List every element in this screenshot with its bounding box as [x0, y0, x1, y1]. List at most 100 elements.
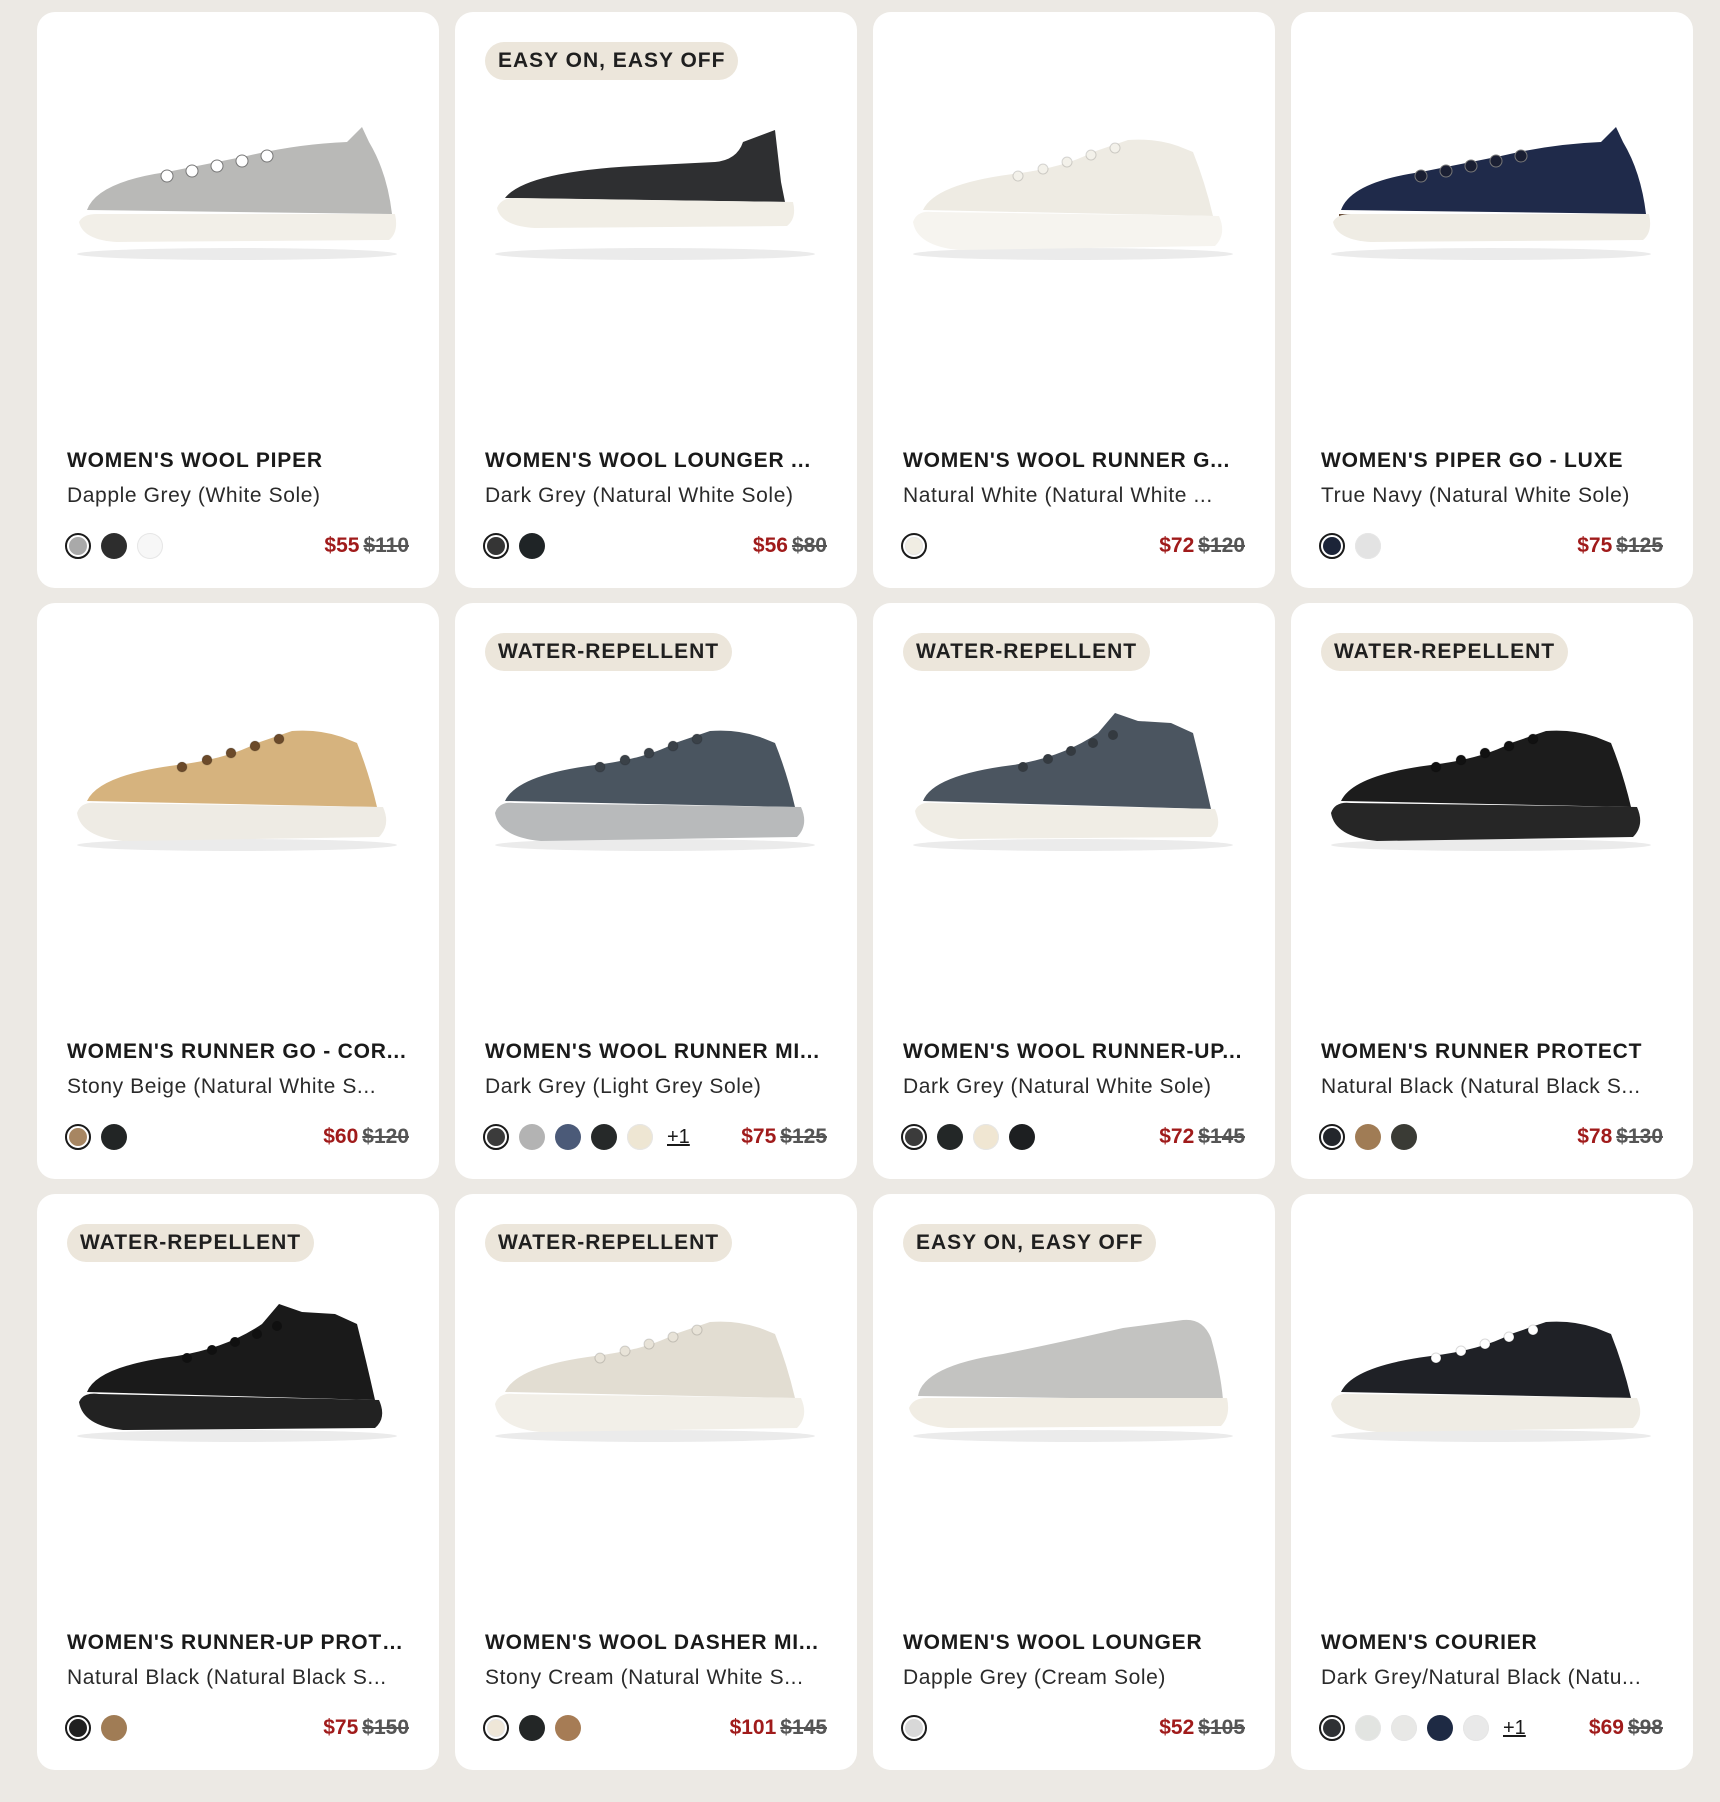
- color-swatch[interactable]: [1319, 1715, 1345, 1741]
- price: $75 $150: [323, 1716, 409, 1740]
- color-swatch[interactable]: [1355, 1124, 1381, 1150]
- color-swatches: [901, 1124, 1035, 1150]
- product-title[interactable]: WOMEN'S PIPER GO - LUXE: [1321, 449, 1663, 473]
- color-swatches: [65, 533, 163, 559]
- color-swatch[interactable]: [901, 1124, 927, 1150]
- product-colorway: Natural Black (Natural Black S...: [1321, 1075, 1641, 1098]
- color-swatch[interactable]: [101, 1715, 127, 1741]
- product-meta-row: $52 $105: [901, 1712, 1245, 1744]
- product-card[interactable]: WATER-REPELLENT WOMEN'S RUNNER PROTECT Nat…: [1291, 603, 1693, 1179]
- product-image[interactable]: [1311, 713, 1673, 863]
- more-colors-link[interactable]: +1: [1503, 1717, 1526, 1740]
- sale-price: $52: [1159, 1716, 1195, 1739]
- product-title[interactable]: WOMEN'S RUNNER-UP PROTE...: [67, 1631, 409, 1655]
- color-swatch[interactable]: [901, 1715, 927, 1741]
- product-card[interactable]: WOMEN'S RUNNER GO - COR... Stony Beige (N…: [37, 603, 439, 1179]
- product-image[interactable]: [893, 1304, 1255, 1454]
- product-card[interactable]: WOMEN'S COURIER Dark Grey/Natural Black (…: [1291, 1194, 1693, 1770]
- original-price: $130: [1616, 1125, 1663, 1148]
- sale-price: $101: [729, 1716, 777, 1739]
- color-swatch[interactable]: [555, 1124, 581, 1150]
- color-swatch[interactable]: [519, 1715, 545, 1741]
- color-swatch[interactable]: [591, 1124, 617, 1150]
- color-swatch[interactable]: [483, 1124, 509, 1150]
- product-image[interactable]: [475, 713, 837, 863]
- original-price: $125: [1616, 534, 1663, 557]
- product-badge: WATER-REPELLENT: [1321, 633, 1569, 671]
- product-card[interactable]: EASY ON, EASY OFF WOMEN'S WOOL LOUNGER ..…: [455, 12, 857, 588]
- product-title[interactable]: WOMEN'S WOOL RUNNER-UP...: [903, 1040, 1245, 1064]
- original-price: $150: [362, 1716, 409, 1739]
- product-image[interactable]: [57, 713, 419, 863]
- color-swatch[interactable]: [1391, 1124, 1417, 1150]
- product-card[interactable]: WOMEN'S WOOL RUNNER G... Natural White (N…: [873, 12, 1275, 588]
- color-swatch[interactable]: [101, 1124, 127, 1150]
- color-swatches: [483, 1715, 581, 1741]
- product-card[interactable]: EASY ON, EASY OFF WOMEN'S WOOL LOUNGER Dap…: [873, 1194, 1275, 1770]
- price: $72 $120: [1159, 534, 1245, 558]
- color-swatch[interactable]: [519, 1124, 545, 1150]
- color-swatch[interactable]: [901, 533, 927, 559]
- product-card[interactable]: WATER-REPELLENT WOMEN'S WOOL RUNNER MI...…: [455, 603, 857, 1179]
- product-grid: WOMEN'S WOOL PIPER Dapple Grey (White Sol…: [37, 12, 1695, 1770]
- sale-price: $69: [1588, 1716, 1624, 1739]
- product-image[interactable]: [1311, 122, 1673, 272]
- product-image[interactable]: [57, 1304, 419, 1454]
- color-swatch[interactable]: [973, 1124, 999, 1150]
- color-swatch[interactable]: [101, 533, 127, 559]
- sale-price: $75: [323, 1716, 359, 1739]
- color-swatch[interactable]: [1009, 1124, 1035, 1150]
- product-image[interactable]: [57, 122, 419, 272]
- sale-price: $56: [752, 534, 788, 557]
- product-meta-row: $78 $130: [1319, 1121, 1663, 1153]
- product-image[interactable]: [893, 713, 1255, 863]
- color-swatch[interactable]: [519, 533, 545, 559]
- product-card[interactable]: WATER-REPELLENT WOMEN'S WOOL RUNNER-UP...…: [873, 603, 1275, 1179]
- product-badge: WATER-REPELLENT: [485, 633, 733, 671]
- color-swatch[interactable]: [483, 1715, 509, 1741]
- product-card[interactable]: WATER-REPELLENT WOMEN'S WOOL DASHER MI...…: [455, 1194, 857, 1770]
- color-swatch[interactable]: [1355, 533, 1381, 559]
- product-image[interactable]: [893, 122, 1255, 272]
- color-swatch[interactable]: [65, 1715, 91, 1741]
- product-title[interactable]: WOMEN'S WOOL PIPER: [67, 449, 409, 473]
- color-swatches: [901, 1715, 927, 1741]
- original-price: $98: [1627, 1716, 1663, 1739]
- color-swatches: +1: [1319, 1715, 1526, 1741]
- product-title[interactable]: WOMEN'S RUNNER GO - COR...: [67, 1040, 409, 1064]
- color-swatch[interactable]: [1427, 1715, 1453, 1741]
- price: $72 $145: [1159, 1125, 1245, 1149]
- product-badge: WATER-REPELLENT: [903, 633, 1151, 671]
- more-colors-link[interactable]: +1: [667, 1126, 690, 1149]
- color-swatch[interactable]: [1319, 1124, 1345, 1150]
- product-meta-row: $72 $120: [901, 530, 1245, 562]
- product-title[interactable]: WOMEN'S WOOL LOUNGER ...: [485, 449, 827, 473]
- color-swatch[interactable]: [937, 1124, 963, 1150]
- product-title[interactable]: WOMEN'S WOOL RUNNER MI...: [485, 1040, 827, 1064]
- product-image[interactable]: [475, 122, 837, 272]
- product-title[interactable]: WOMEN'S WOOL DASHER MI...: [485, 1631, 827, 1655]
- color-swatch[interactable]: [555, 1715, 581, 1741]
- original-price: $80: [791, 534, 827, 557]
- color-swatch[interactable]: [65, 533, 91, 559]
- product-card[interactable]: WATER-REPELLENT WOMEN'S RUNNER-UP PROTE..…: [37, 1194, 439, 1770]
- sale-price: $55: [324, 534, 360, 557]
- product-title[interactable]: WOMEN'S WOOL LOUNGER: [903, 1631, 1245, 1655]
- price: $52 $105: [1159, 1716, 1245, 1740]
- product-title[interactable]: WOMEN'S WOOL RUNNER G...: [903, 449, 1245, 473]
- product-title[interactable]: WOMEN'S COURIER: [1321, 1631, 1663, 1655]
- product-card[interactable]: WOMEN'S PIPER GO - LUXE True Navy (Natura…: [1291, 12, 1693, 588]
- product-card[interactable]: WOMEN'S WOOL PIPER Dapple Grey (White Sol…: [37, 12, 439, 588]
- color-swatch[interactable]: [1463, 1715, 1489, 1741]
- color-swatch[interactable]: [65, 1124, 91, 1150]
- product-image[interactable]: [1311, 1304, 1673, 1454]
- color-swatches: [1319, 533, 1381, 559]
- product-image[interactable]: [475, 1304, 837, 1454]
- color-swatch[interactable]: [1391, 1715, 1417, 1741]
- color-swatch[interactable]: [1319, 533, 1345, 559]
- color-swatch[interactable]: [627, 1124, 653, 1150]
- color-swatch[interactable]: [137, 533, 163, 559]
- color-swatch[interactable]: [1355, 1715, 1381, 1741]
- product-title[interactable]: WOMEN'S RUNNER PROTECT: [1321, 1040, 1663, 1064]
- color-swatch[interactable]: [483, 533, 509, 559]
